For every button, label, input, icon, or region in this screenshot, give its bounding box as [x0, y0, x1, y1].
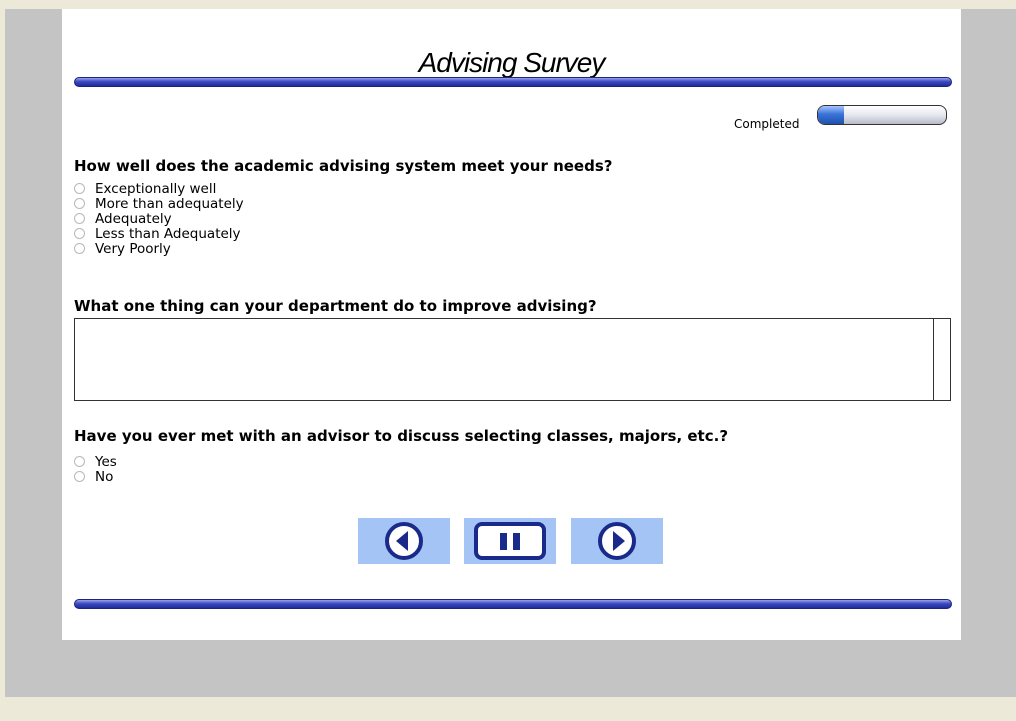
pause-icon [474, 522, 546, 560]
question-1: How well does the academic advising syst… [74, 157, 613, 175]
pause-button[interactable] [464, 518, 556, 564]
previous-button[interactable] [358, 518, 450, 564]
radio-button[interactable] [74, 213, 85, 224]
progress-bar-fill [818, 106, 844, 124]
header-divider [74, 77, 952, 87]
next-button[interactable] [571, 518, 663, 564]
radio-label: No [95, 468, 114, 485]
radio-button[interactable] [74, 198, 85, 209]
textarea-scrollbar[interactable] [933, 319, 934, 400]
radio-label: Adequately [95, 210, 172, 227]
radio-option[interactable]: Yes [74, 453, 117, 470]
footer-divider [74, 599, 952, 609]
radio-label: Very Poorly [95, 240, 171, 257]
radio-option[interactable]: More than adequately [74, 195, 244, 212]
survey-panel: Advising Survey Completed How well does … [62, 9, 961, 640]
radio-button[interactable] [74, 228, 85, 239]
question-3-options: Yes No [74, 453, 117, 485]
improvement-textarea[interactable] [74, 318, 951, 401]
radio-option[interactable]: Less than Adequately [74, 225, 244, 242]
previous-arrow-icon [385, 522, 423, 560]
progress-label: Completed [734, 117, 800, 131]
radio-label: Exceptionally well [95, 180, 217, 197]
radio-button[interactable] [74, 456, 85, 467]
question-3: Have you ever met with an advisor to dis… [74, 427, 729, 445]
question-2: What one thing can your department do to… [74, 297, 597, 315]
next-arrow-icon [598, 522, 636, 560]
question-1-options: Exceptionally well More than adequately … [74, 180, 244, 257]
page-title: Advising Survey [418, 47, 606, 78]
radio-label: Less than Adequately [95, 225, 241, 242]
radio-option[interactable]: Exceptionally well [74, 180, 244, 197]
radio-label: Yes [95, 453, 117, 470]
progress-bar [817, 105, 947, 125]
radio-option[interactable]: Adequately [74, 210, 244, 227]
radio-option[interactable]: Very Poorly [74, 240, 244, 257]
radio-button[interactable] [74, 471, 85, 482]
radio-label: More than adequately [95, 195, 244, 212]
radio-button[interactable] [74, 243, 85, 254]
radio-button[interactable] [74, 183, 85, 194]
radio-option[interactable]: No [74, 468, 117, 485]
